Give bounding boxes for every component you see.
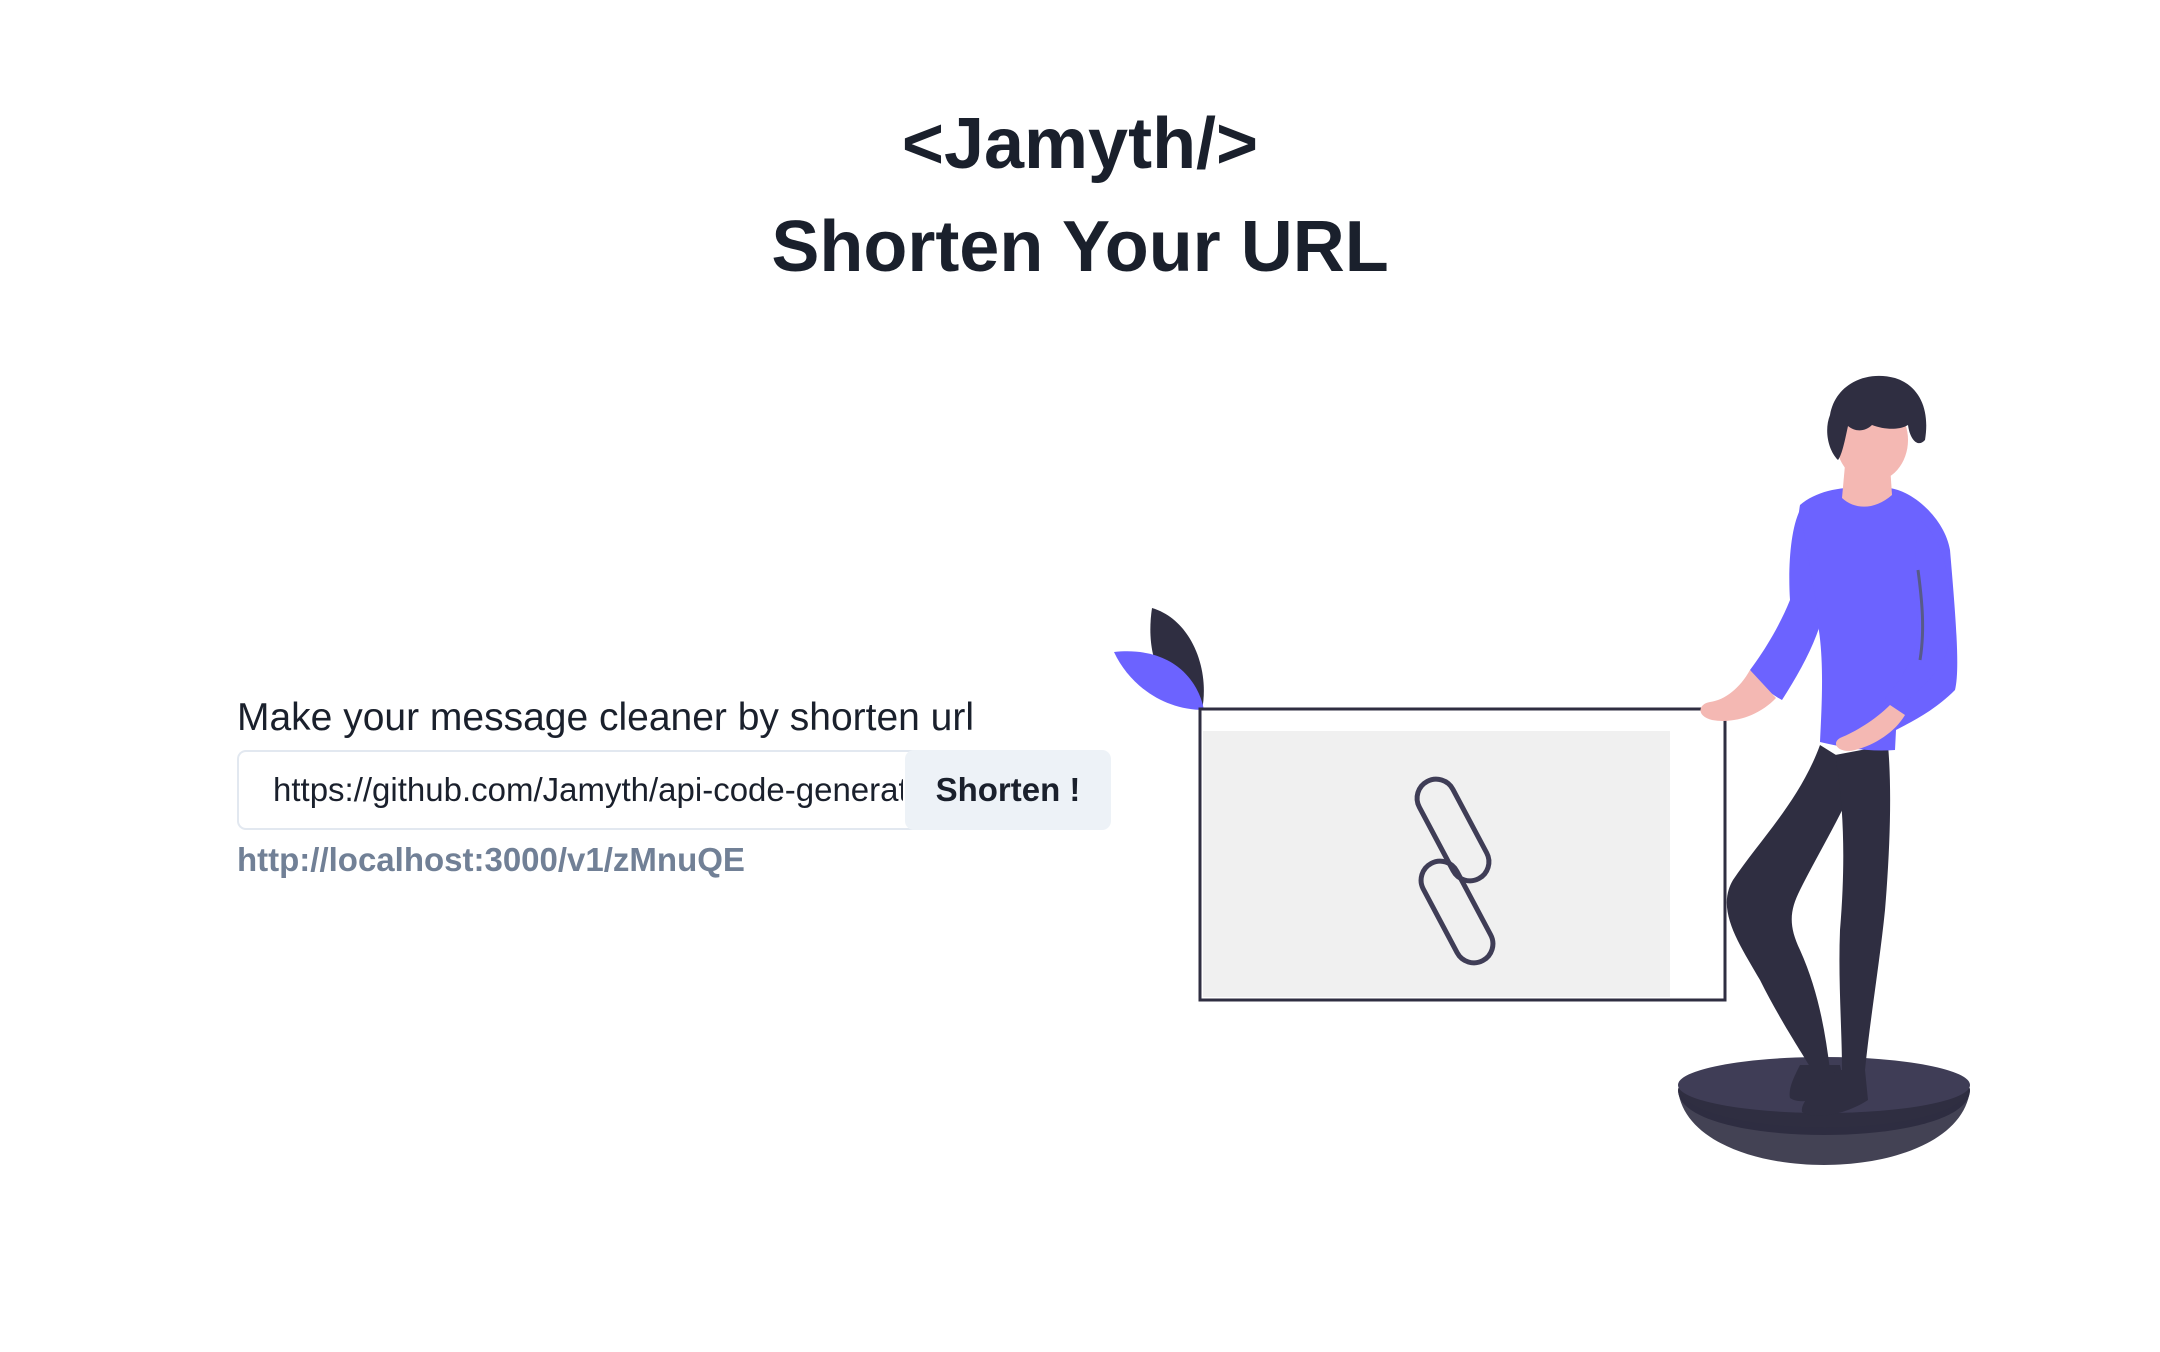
person-head [1827,375,1927,507]
person-torso [1750,486,1958,751]
brand-logo: <Jamyth/> [901,104,1259,184]
url-input[interactable] [237,750,937,830]
shorten-form: Make your message cleaner by shorten url… [237,692,1117,882]
person-legs [1726,745,1891,1116]
page-title: Shorten Your URL [771,207,1389,287]
short-url-link[interactable]: http://localhost:3000/v1/zMnuQE [237,838,745,882]
page: <Jamyth/> Shorten Your URL Make your mes… [0,0,2160,1352]
form-description: Make your message cleaner by shorten url [237,696,975,739]
leaf-decoration [1114,608,1204,710]
shorten-button[interactable]: Shorten ! [905,750,1111,830]
person-with-link-illustration [1114,375,1970,1165]
input-group: Shorten ! [237,750,1111,830]
